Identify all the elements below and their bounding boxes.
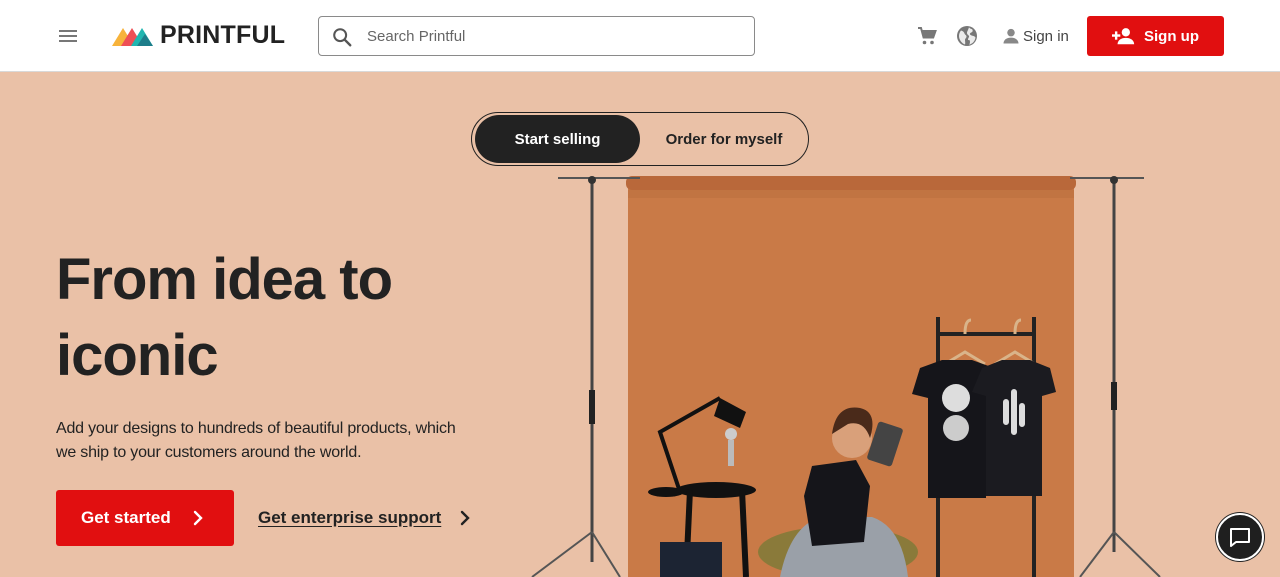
printful-logo[interactable]: PRINTFUL: [112, 22, 285, 48]
add-user-icon: [1112, 28, 1135, 45]
sign-in-link[interactable]: Sign in: [1001, 24, 1069, 48]
tab-order-for-myself[interactable]: Order for myself: [642, 115, 806, 163]
enterprise-support-label: Get enterprise support: [258, 508, 442, 527]
chevron-right-icon: [193, 510, 203, 526]
sign-in-label: Sign in: [1023, 27, 1069, 45]
get-started-label: Get started: [81, 508, 171, 527]
cart-icon[interactable]: [915, 24, 939, 48]
chat-icon: [1230, 528, 1250, 547]
top-navigation-bar: PRINTFUL Sign in Sign up: [0, 0, 1280, 72]
globe-icon[interactable]: [955, 24, 979, 48]
user-icon: [1003, 28, 1019, 44]
menu-icon[interactable]: [56, 24, 80, 48]
hero-headline: From idea to iconic: [56, 247, 393, 388]
chevron-right-icon: [461, 510, 470, 526]
search-icon: [333, 28, 352, 47]
hero-photo-studio-scene: [531, 176, 1161, 577]
search-input[interactable]: [367, 17, 747, 55]
tab-start-selling[interactable]: Start selling: [475, 115, 640, 163]
chat-button[interactable]: [1216, 513, 1264, 561]
hero-subtext: Add your designs to hundreds of beautifu…: [56, 420, 456, 461]
hero-section: Start selling Order for myself From idea…: [0, 72, 1280, 577]
sign-up-button[interactable]: Sign up: [1087, 16, 1224, 56]
get-started-button[interactable]: Get started: [56, 490, 234, 546]
audience-toggle: Start selling Order for myself: [471, 112, 809, 166]
search-bar[interactable]: [318, 16, 755, 56]
sign-up-label: Sign up: [1144, 27, 1199, 45]
enterprise-support-link[interactable]: Get enterprise support: [258, 506, 475, 530]
printful-logo-mark-icon: [112, 28, 153, 46]
logo-text: PRINTFUL: [160, 21, 286, 49]
